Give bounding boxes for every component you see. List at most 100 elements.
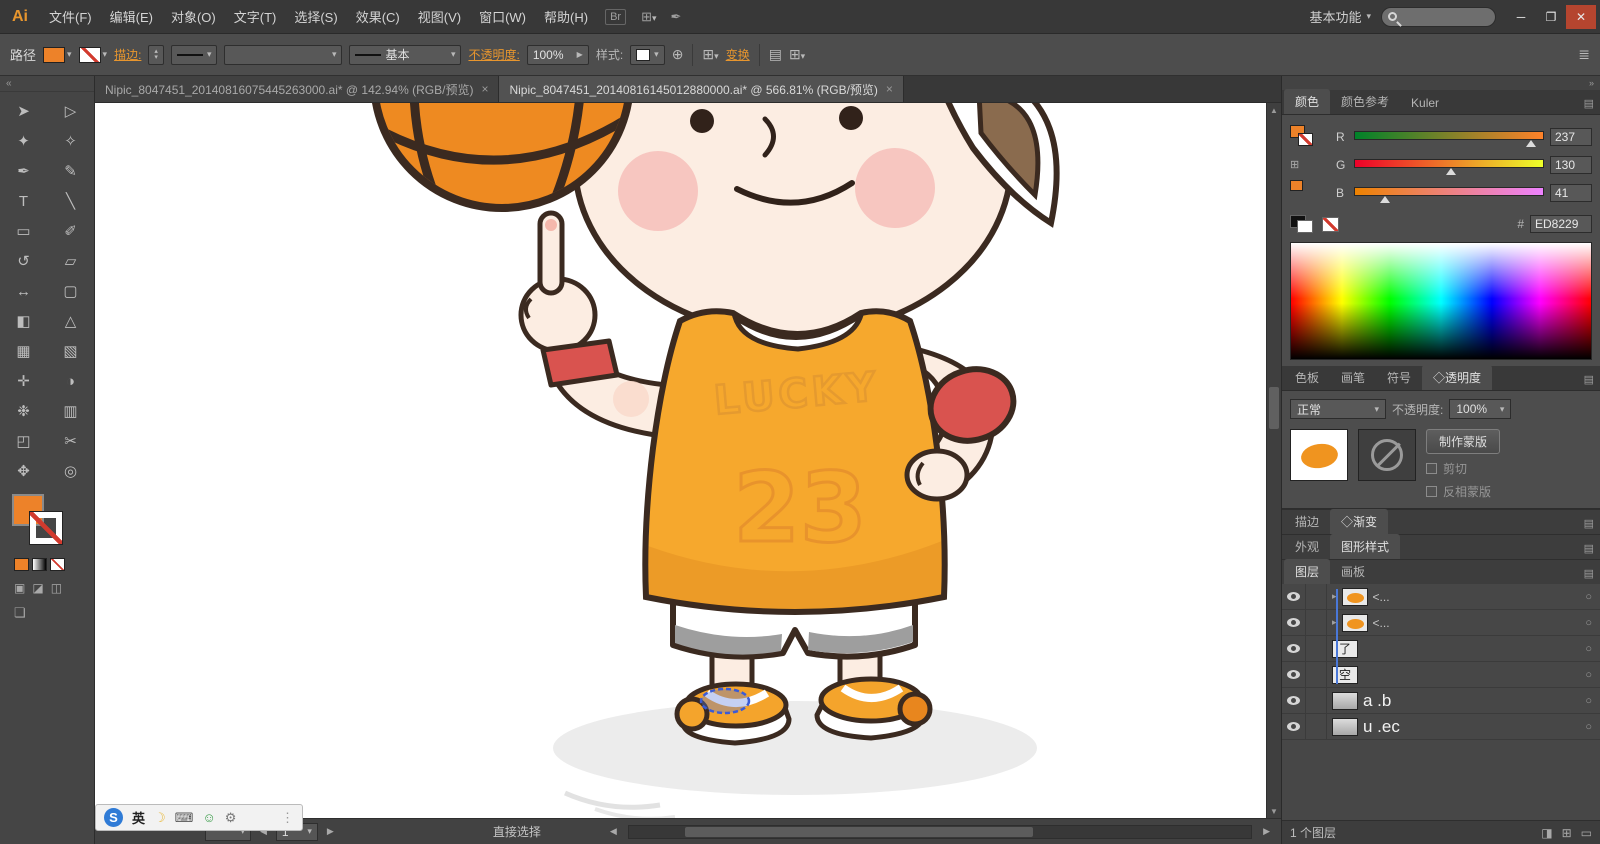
tab-颜色[interactable]: 颜色 [1284, 89, 1331, 114]
close-button[interactable]: ✕ [1566, 4, 1596, 29]
menu-item-5[interactable]: 选择(S) [285, 1, 346, 32]
slider-thumb[interactable] [1445, 168, 1456, 175]
target-icon[interactable]: ○ [1585, 695, 1592, 707]
hex-value-field[interactable]: ED8229 [1530, 215, 1592, 233]
eyedropper-tool[interactable]: ✛ [0, 366, 47, 396]
magic-wand-tool[interactable]: ✦ [0, 126, 47, 156]
target-icon[interactable]: ○ [1585, 721, 1592, 733]
black-white-swatches[interactable] [1290, 215, 1316, 233]
stroke-panel-link[interactable]: 描边: [114, 46, 141, 63]
draw-inside-icon[interactable]: ◫ [51, 581, 62, 595]
out-of-gamut-icon[interactable]: ⊞ [1290, 158, 1299, 171]
target-icon[interactable]: ○ [1585, 643, 1592, 655]
blend-tool[interactable]: ◑ [47, 366, 94, 396]
lock-toggle[interactable] [1311, 584, 1327, 609]
style-dropdown[interactable]: ▾ [630, 44, 665, 65]
pencil-tool[interactable]: ✎ [47, 156, 94, 186]
tab-图形样式[interactable]: 图形样式 [1330, 534, 1401, 559]
search-box[interactable] [1381, 6, 1496, 27]
screen-mode-icon[interactable]: ❏ [14, 605, 94, 621]
arrange-documents-icon[interactable]: ⊞▾ [641, 9, 656, 25]
target-icon[interactable]: ○ [1585, 669, 1592, 681]
toolbar-collapse[interactable]: « [0, 76, 94, 92]
layer-row-2[interactable]: ▸ <... ○ [1282, 610, 1600, 636]
selection-tool[interactable]: ➤ [0, 96, 47, 126]
transparency-opacity-dropdown[interactable]: 100% ▾ [1449, 399, 1512, 419]
menu-item-1[interactable]: 文件(F) [40, 1, 101, 32]
panel-menu-icon[interactable]: ▤ [1584, 542, 1598, 559]
tab-外观[interactable]: 外观 [1284, 534, 1330, 559]
jersey[interactable]: LUCKY 23 [642, 308, 948, 615]
direct-selection-tool[interactable]: ▷ [47, 96, 94, 126]
lock-toggle[interactable] [1311, 714, 1327, 739]
share-feather-icon[interactable]: ✒ [671, 9, 682, 25]
zoom-tool[interactable]: ◎ [47, 456, 94, 486]
blend-mode-dropdown[interactable]: 正常 ▾ [1290, 399, 1386, 419]
lock-toggle[interactable] [1311, 636, 1327, 661]
spinner-icons[interactable]: ▴ ▾ [154, 48, 158, 61]
doc-tab-1[interactable]: Nipic_8047451_20140816075445263000.ai* @… [95, 76, 500, 102]
tab-色板[interactable]: 色板 [1284, 365, 1330, 390]
menu-item-9[interactable]: 帮助(H) [535, 1, 597, 32]
paintbrush-tool[interactable]: ✐ [47, 216, 94, 246]
gamut-color-chip[interactable] [1290, 180, 1303, 191]
clip-checkbox[interactable] [1426, 463, 1437, 474]
scale-tool[interactable]: ▱ [47, 246, 94, 276]
canvas[interactable]: LUCKY 23 ▲ ▼ [95, 103, 1281, 818]
clip-checkbox-row[interactable]: 剪切 [1426, 460, 1500, 477]
minimize-button[interactable]: ─ [1506, 5, 1536, 29]
invert-mask-checkbox[interactable] [1426, 486, 1437, 497]
channel-slider-B[interactable] [1354, 185, 1544, 203]
new-layer-icon[interactable]: ⊞ [1562, 826, 1572, 840]
artboard-tool[interactable]: ◰ [0, 426, 47, 456]
channel-slider-G[interactable] [1354, 157, 1544, 175]
isolate-icon[interactable]: ▤ [769, 46, 782, 63]
slider-thumb[interactable] [1525, 140, 1536, 147]
tab-画板[interactable]: 画板 [1330, 559, 1376, 584]
scroll-right-icon[interactable]: ▶ [1260, 826, 1273, 837]
color-mode-icon[interactable] [14, 558, 29, 571]
doc-tab-2[interactable]: Nipic_8047451_20140816145012880000.ai* @… [499, 76, 904, 102]
ime-logo[interactable]: S [104, 808, 123, 827]
emoji-icon[interactable]: ☺ [202, 810, 215, 825]
right-sandal[interactable] [814, 676, 933, 741]
artwork-canvas[interactable]: LUCKY 23 [95, 103, 1266, 818]
column-graph-tool[interactable]: ▥ [47, 396, 94, 426]
scroll-down-icon[interactable]: ▼ [1267, 804, 1281, 818]
panel-fill-stroke[interactable] [1290, 125, 1316, 149]
draw-normal-icon[interactable]: ▣ [14, 581, 25, 595]
half-width-icon[interactable]: ☽ [154, 810, 166, 826]
lasso-tool[interactable]: ✧ [47, 126, 94, 156]
invert-mask-checkbox-row[interactable]: 反相蒙版 [1426, 483, 1500, 500]
tab-图层[interactable]: 图层 [1284, 559, 1331, 584]
tab-描边[interactable]: 描边 [1284, 509, 1330, 534]
vertical-scroll-thumb[interactable] [1269, 387, 1279, 429]
scroll-left-icon[interactable]: ◀ [607, 826, 620, 837]
menu-item-3[interactable]: 对象(O) [162, 1, 225, 32]
slider-thumb[interactable] [1379, 196, 1390, 203]
next-artboard-icon[interactable]: ▶ [324, 826, 337, 837]
horizontal-scroll-thumb[interactable] [684, 826, 1034, 837]
tab-◇渐变[interactable]: ◇渐变 [1330, 509, 1389, 534]
restore-button[interactable]: ❐ [1536, 5, 1566, 29]
stroke-color-box[interactable] [30, 512, 62, 544]
fill-color-dropdown[interactable]: ▾ [43, 46, 72, 63]
lock-toggle[interactable] [1311, 662, 1327, 687]
tab-Kuler[interactable]: Kuler [1400, 92, 1450, 114]
make-mask-button[interactable]: 制作蒙版 [1426, 429, 1501, 454]
tab-颜色参考[interactable]: 颜色参考 [1330, 89, 1400, 114]
close-tab-icon[interactable]: × [481, 82, 488, 96]
shape-builder-tool[interactable]: ◧ [0, 306, 47, 336]
type-tool[interactable]: T [0, 186, 47, 216]
right-hand[interactable] [904, 448, 970, 502]
panel-menu-icon[interactable]: ▤ [1584, 97, 1598, 114]
tab-符号[interactable]: 符号 [1376, 365, 1422, 390]
opacity-field[interactable]: 100% ▶ [526, 44, 589, 65]
visibility-toggle[interactable] [1282, 714, 1306, 739]
grip-icon[interactable]: ⋮ [281, 810, 294, 826]
keyboard-icon[interactable]: ⌨ [175, 810, 194, 826]
tab-◇透明度[interactable]: ◇透明度 [1422, 365, 1493, 390]
search-input[interactable] [1401, 9, 1481, 24]
visibility-toggle[interactable] [1282, 636, 1306, 661]
perspective-grid-tool[interactable]: △ [47, 306, 94, 336]
